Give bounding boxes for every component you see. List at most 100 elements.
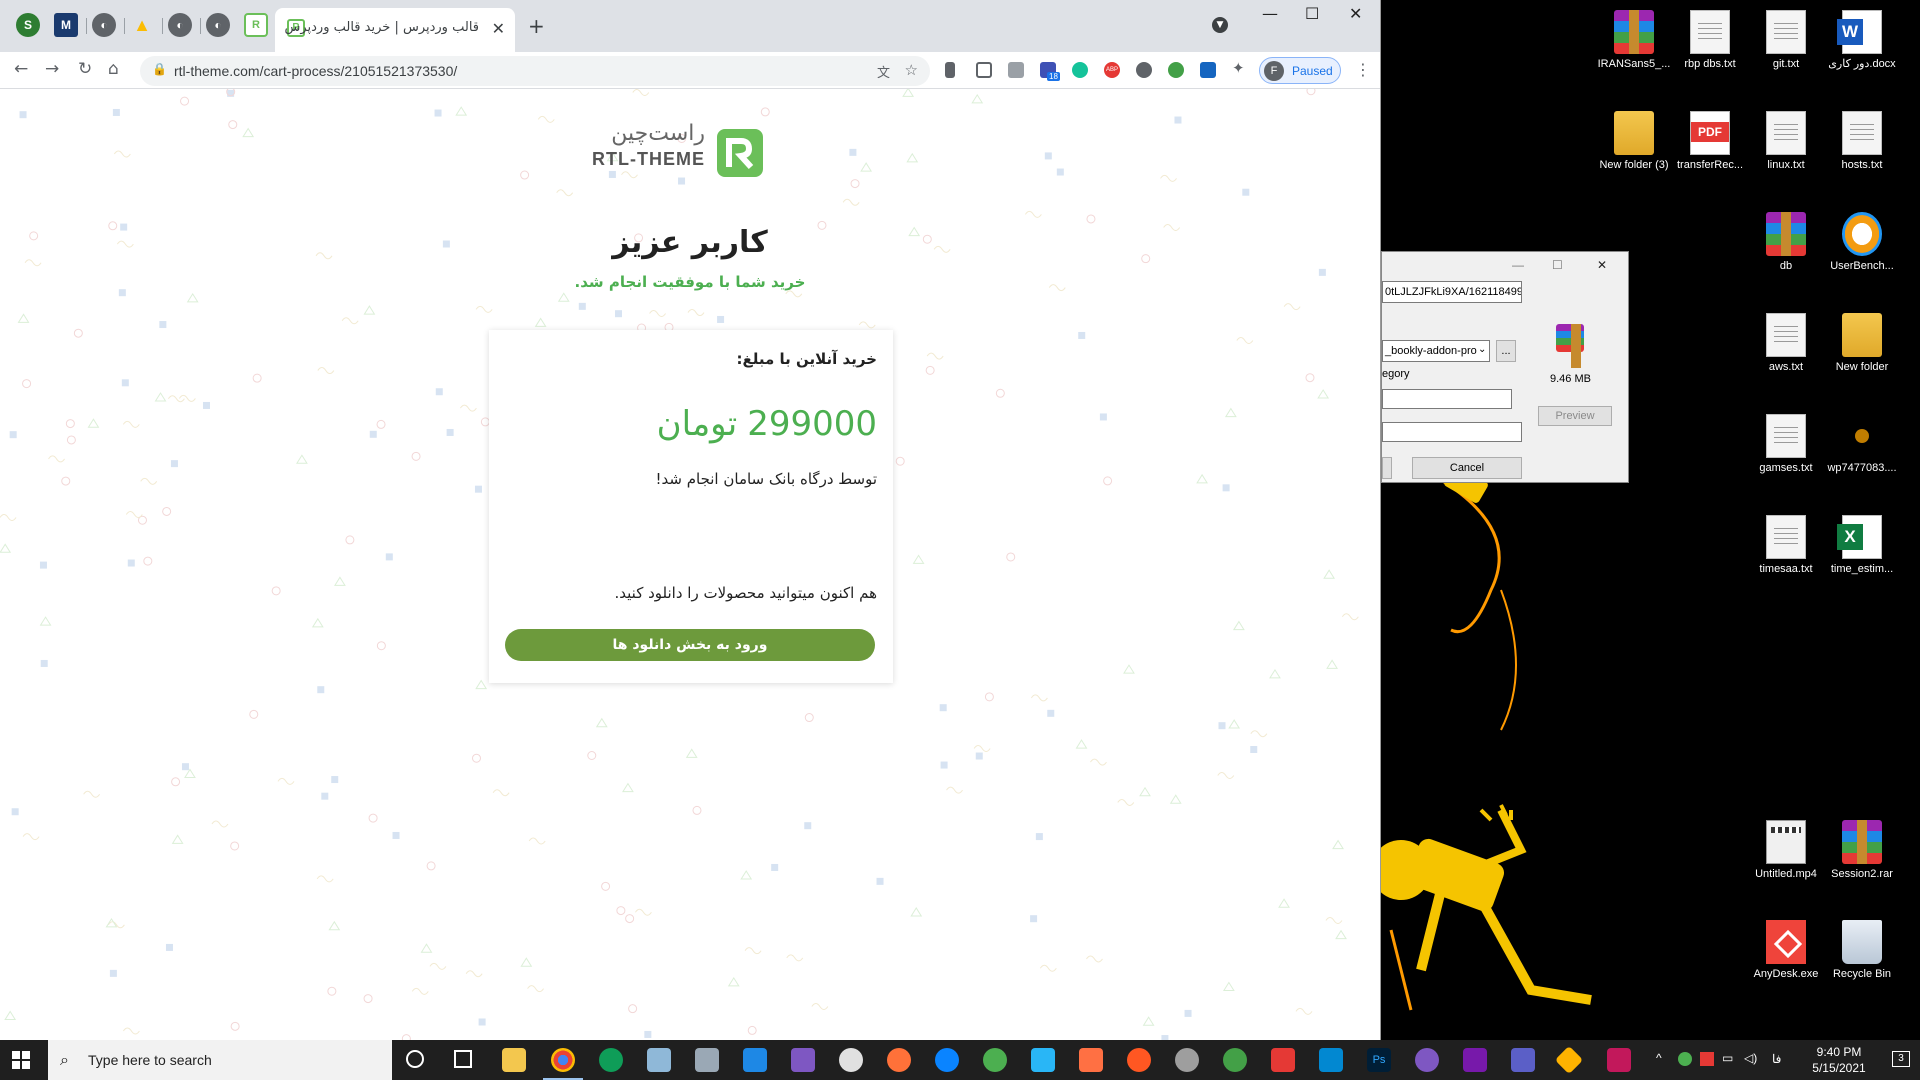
network-icon[interactable]: ▭ — [1722, 1051, 1733, 1065]
profile-button[interactable]: F Paused — [1259, 57, 1341, 84]
menu-kebab-icon[interactable]: ⋮ — [1355, 60, 1371, 79]
minimize-icon[interactable]: — — [1262, 4, 1278, 23]
dialog-maximize-icon[interactable]: ☐ — [1552, 258, 1563, 272]
desktop-icon-transfer-pdf[interactable]: transferRec... — [1670, 111, 1750, 172]
volume-icon[interactable]: ◁) — [1744, 1051, 1757, 1065]
tray-app-icon[interactable] — [1700, 1052, 1714, 1066]
media-player-icon[interactable] — [839, 1048, 863, 1072]
brave-icon[interactable] — [1271, 1048, 1295, 1072]
app-icon[interactable] — [1607, 1048, 1631, 1072]
tray-app-icon[interactable] — [1678, 1052, 1692, 1066]
desktop-icon-git[interactable]: git.txt — [1746, 10, 1826, 71]
visual-studio-icon[interactable] — [791, 1048, 815, 1072]
tab-close-icon[interactable]: ✕ — [492, 19, 505, 38]
language-indicator[interactable]: فا — [1772, 1052, 1781, 1066]
desktop-icon-new-folder[interactable]: New folder — [1822, 313, 1902, 374]
dialog-minimize-icon[interactable]: — — [1512, 258, 1524, 272]
close-window-icon[interactable]: ✕ — [1349, 4, 1362, 23]
download-section-button[interactable]: ورود به بخش دانلود ها — [505, 629, 875, 661]
taskbar-search-box[interactable]: ⌕ Type here to search — [48, 1040, 392, 1080]
reload-icon[interactable]: ↻ — [78, 59, 92, 79]
cortana-icon[interactable] — [406, 1050, 424, 1068]
dialog-category-field[interactable] — [1382, 389, 1512, 409]
desktop-icon-docx[interactable]: دور کاری.docx — [1822, 10, 1902, 71]
remote-desktop-icon[interactable] — [695, 1048, 719, 1072]
desktop-icon-userbench[interactable]: UserBench... — [1822, 212, 1902, 273]
cloud-extension-icon[interactable] — [1136, 62, 1152, 78]
rtl-theme-pinned-tab-icon[interactable]: R — [244, 13, 268, 37]
chrome-icon[interactable] — [551, 1048, 575, 1072]
dialog-titlebar[interactable] — [1382, 252, 1628, 278]
dialog-close-icon[interactable]: ✕ — [1597, 258, 1607, 272]
desktop-icon-linux[interactable]: linux.txt — [1746, 111, 1826, 172]
home-app-icon[interactable] — [1031, 1048, 1055, 1072]
tab-search-icon[interactable]: ▼ — [1212, 17, 1228, 33]
back-arrow-icon[interactable]: ← — [14, 59, 28, 79]
grammarly-icon[interactable] — [1072, 62, 1088, 78]
adblock-icon[interactable]: ABP — [1104, 62, 1120, 78]
pinned-tab-globe-icon[interactable]: ◐ — [206, 13, 230, 37]
desktop-icon-wp-image[interactable]: wp7477083.... — [1822, 414, 1902, 475]
desktop-icon-db[interactable]: db — [1746, 212, 1826, 273]
desktop-icon-new-folder-3[interactable]: New folder (3) — [1594, 111, 1674, 172]
desktop-icon-hosts[interactable]: hosts.txt — [1822, 111, 1902, 172]
teams-icon[interactable] — [1511, 1048, 1535, 1072]
globe-app-icon[interactable] — [1223, 1048, 1247, 1072]
desktop-icon-iransans[interactable]: IRANSans5_... — [1594, 10, 1674, 71]
extension-icon[interactable] — [1200, 62, 1216, 78]
telegram-icon[interactable] — [983, 1048, 1007, 1072]
extension-icon[interactable] — [945, 62, 955, 78]
dialog-cancel-button[interactable]: Cancel — [1412, 457, 1522, 479]
dialog-browse-button[interactable]: ... — [1496, 340, 1516, 362]
screenshot-extension-icon[interactable] — [976, 62, 992, 78]
forward-arrow-icon[interactable]: → — [45, 59, 59, 79]
postman-icon[interactable] — [1127, 1048, 1151, 1072]
desktop-icon-time-estim[interactable]: time_estim... — [1822, 515, 1902, 576]
vscode-icon[interactable] — [743, 1048, 767, 1072]
desktop-icon-session2[interactable]: Session2.rar — [1822, 820, 1902, 881]
extension-icon[interactable] — [1008, 62, 1024, 78]
firefox-icon[interactable] — [887, 1048, 911, 1072]
app-icon[interactable] — [1319, 1048, 1343, 1072]
home-icon[interactable]: ⌂ — [108, 59, 119, 79]
notes-app-icon[interactable] — [647, 1048, 671, 1072]
bookmark-star-icon[interactable]: ☆ — [905, 61, 918, 79]
app-icon[interactable] — [1175, 1048, 1199, 1072]
google-drive-tab-icon[interactable]: ▲ — [130, 13, 154, 37]
dialog-save-path-field[interactable] — [1382, 422, 1522, 442]
firefox-dev-icon[interactable] — [935, 1048, 959, 1072]
desktop-icon-untitled-mp4[interactable]: Untitled.mp4 — [1746, 820, 1826, 881]
windows-start-icon[interactable] — [12, 1051, 30, 1069]
app-icon[interactable] — [1554, 1045, 1584, 1075]
desktop-icon-timesaa[interactable]: timesaa.txt — [1746, 515, 1826, 576]
maximize-icon[interactable]: ☐ — [1305, 4, 1319, 23]
active-tab[interactable]: R قالب وردپرس | خرید قالب وردپرس ✕ — [275, 8, 515, 52]
new-tab-icon[interactable]: + — [528, 14, 545, 38]
app-icon[interactable] — [1415, 1048, 1439, 1072]
desktop-icon-rbp-dbs[interactable]: rbp dbs.txt — [1670, 10, 1750, 71]
file-explorer-icon[interactable] — [502, 1048, 526, 1072]
pinned-tab-s-icon[interactable]: S — [16, 13, 40, 37]
extension-icon[interactable] — [1168, 62, 1184, 78]
desktop-icon-recycle-bin[interactable]: Recycle Bin — [1822, 920, 1902, 981]
desktop-icon-gamses[interactable]: gamses.txt — [1746, 414, 1826, 475]
rtl-theme-logo[interactable]: راست‌چین RTL-THEME — [592, 119, 775, 179]
dialog-ok-button[interactable] — [1382, 457, 1392, 479]
task-view-icon[interactable] — [454, 1050, 472, 1068]
desktop-icon-anydesk[interactable]: AnyDesk.exe — [1746, 920, 1826, 981]
chevron-up-icon[interactable]: ^ — [1656, 1051, 1662, 1065]
dialog-url-field[interactable]: 0tLJLZJFkLi9XA/1621184997 — [1382, 281, 1522, 303]
onenote-icon[interactable] — [1463, 1048, 1487, 1072]
dialog-preview-button[interactable]: Preview — [1538, 406, 1612, 426]
extensions-puzzle-icon[interactable]: ✦ — [1232, 59, 1248, 77]
pinned-tab-globe-icon[interactable]: ◐ — [92, 13, 116, 37]
address-bar[interactable]: 🔒 rtl-theme.com/cart-process/21051521373… — [140, 56, 930, 86]
translate-icon[interactable]: 文 — [877, 62, 890, 81]
app-icon[interactable] — [1079, 1048, 1103, 1072]
clock[interactable]: 9:40 PM 5/15/2021 — [1804, 1044, 1874, 1076]
desktop-icon-aws[interactable]: aws.txt — [1746, 313, 1826, 374]
notification-icon[interactable]: 3 — [1892, 1051, 1910, 1067]
photoshop-icon[interactable]: Ps — [1367, 1048, 1391, 1072]
dialog-file-select[interactable]: _bookly-addon-pro — [1382, 340, 1490, 362]
pinned-tab-app-icon[interactable]: M — [54, 13, 78, 37]
